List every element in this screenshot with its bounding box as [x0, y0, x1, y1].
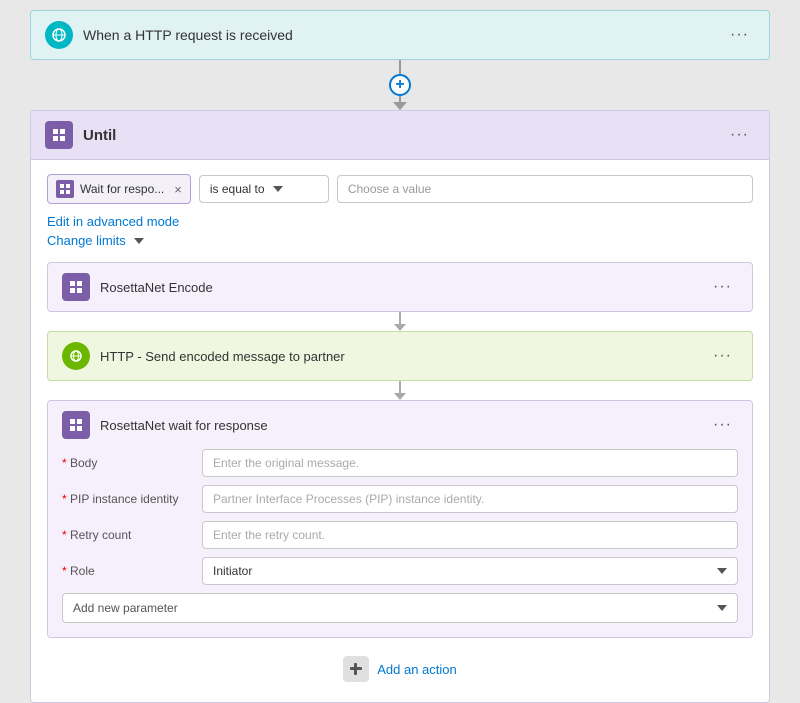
connector-arrow	[393, 102, 407, 110]
http-send-block: HTTP - Send encoded message to partner ·…	[47, 331, 753, 381]
operator-dropdown[interactable]: is equal to	[199, 175, 329, 203]
inner-blocks: RosettaNet Encode ···	[47, 262, 753, 638]
main-canvas: When a HTTP request is received ··· + Un…	[30, 10, 770, 703]
role-value: Initiator	[213, 564, 252, 578]
value-placeholder: Choose a value	[348, 182, 431, 196]
change-limits-link[interactable]: Change limits	[47, 233, 126, 248]
retry-label: * Retry count	[62, 528, 202, 542]
rosettanet-encode-header: RosettaNet Encode ···	[48, 263, 752, 311]
rosettanet-encode-title: RosettaNet Encode	[100, 280, 213, 295]
body-field-row: * Body Enter the original message.	[62, 449, 738, 477]
body-label: * Body	[62, 456, 202, 470]
until-header: Until ···	[31, 111, 769, 160]
until-title: Until	[83, 127, 116, 144]
until-options-button[interactable]: ···	[724, 124, 755, 146]
pip-input[interactable]: Partner Interface Processes (PIP) instan…	[202, 485, 738, 513]
rosettanet-wait-title: RosettaNet wait for response	[100, 418, 268, 433]
trigger-options-button[interactable]: ···	[724, 24, 755, 46]
inner-arrow-1	[394, 324, 406, 331]
edit-advanced-link[interactable]: Edit in advanced mode	[47, 214, 179, 229]
add-param-chevron-icon	[717, 605, 727, 611]
until-body: Wait for respo... × is equal to Choose a…	[31, 160, 769, 702]
inner-connector-2	[394, 381, 406, 400]
trigger-left: When a HTTP request is received	[45, 21, 293, 49]
role-chevron-icon	[717, 568, 727, 574]
condition-chip[interactable]: Wait for respo... ×	[47, 174, 191, 204]
inner-line-2	[399, 381, 401, 393]
http-send-options-button[interactable]: ···	[707, 345, 738, 367]
pip-field-row: * PIP instance identity Partner Interfac…	[62, 485, 738, 513]
http-trigger-icon	[45, 21, 73, 49]
inner-line-1	[399, 312, 401, 324]
rosettanet-wait-left: RosettaNet wait for response	[62, 411, 268, 439]
rosettanet-wait-icon	[62, 411, 90, 439]
until-container: Until ··· Wait for respo... × is equal t…	[30, 110, 770, 703]
http-send-header: HTTP - Send encoded message to partner ·…	[48, 332, 752, 380]
http-send-left: HTTP - Send encoded message to partner	[62, 342, 345, 370]
retry-input[interactable]: Enter the retry count.	[202, 521, 738, 549]
http-send-icon	[62, 342, 90, 370]
trigger-block: When a HTTP request is received ···	[30, 10, 770, 60]
add-param-row[interactable]: Add new parameter	[62, 593, 738, 623]
rosettanet-wait-options-button[interactable]: ···	[707, 414, 738, 436]
http-send-title: HTTP - Send encoded message to partner	[100, 349, 345, 364]
inner-arrow-2	[394, 393, 406, 400]
rosettanet-encode-icon	[62, 273, 90, 301]
value-input[interactable]: Choose a value	[337, 175, 753, 203]
rosettanet-encode-left: RosettaNet Encode	[62, 273, 213, 301]
chip-icon	[56, 180, 74, 198]
role-field-row: * Role Initiator	[62, 557, 738, 585]
retry-field-row: * Retry count Enter the retry count.	[62, 521, 738, 549]
rosettanet-wait-body: * Body Enter the original message. * PIP…	[48, 449, 752, 637]
until-header-left: Until	[45, 121, 116, 149]
add-action-row: Add an action	[47, 638, 753, 688]
change-limits-row: Change limits	[47, 233, 753, 248]
until-icon	[45, 121, 73, 149]
inner-connector-1	[394, 312, 406, 331]
rosettanet-wait-block: RosettaNet wait for response ··· * Body …	[47, 400, 753, 638]
chip-close-button[interactable]: ×	[174, 182, 182, 197]
rosettanet-encode-options-button[interactable]: ···	[707, 276, 738, 298]
rosettanet-wait-header: RosettaNet wait for response ···	[48, 401, 752, 449]
add-param-label: Add new parameter	[73, 601, 178, 615]
operator-label: is equal to	[210, 182, 265, 196]
add-step-button[interactable]: +	[389, 74, 411, 96]
edit-advanced-row: Edit in advanced mode	[47, 214, 753, 229]
connector-line-top	[399, 60, 401, 74]
change-limits-chevron-icon	[134, 238, 144, 244]
add-action-button[interactable]: Add an action	[377, 662, 457, 677]
rosettanet-encode-block: RosettaNet Encode ···	[47, 262, 753, 312]
role-select[interactable]: Initiator	[202, 557, 738, 585]
body-input[interactable]: Enter the original message.	[202, 449, 738, 477]
operator-chevron-icon	[273, 186, 283, 192]
condition-row: Wait for respo... × is equal to Choose a…	[47, 174, 753, 204]
role-label: * Role	[62, 564, 202, 578]
trigger-title: When a HTTP request is received	[83, 27, 293, 43]
connector-1: +	[389, 60, 411, 110]
chip-label: Wait for respo...	[80, 182, 164, 196]
pip-label: * PIP instance identity	[62, 492, 202, 506]
